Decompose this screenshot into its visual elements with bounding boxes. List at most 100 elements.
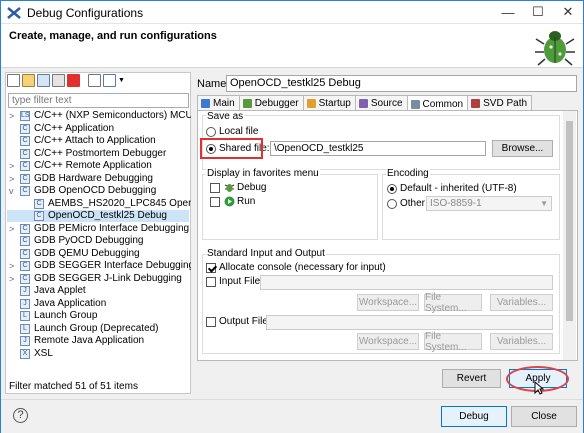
tree-item-label: Remote Java Application [34, 335, 145, 346]
tree-item[interactable]: >LS C/C++ (NXP Semiconductors) MCU Appl [7, 110, 191, 122]
input-workspace-button[interactable]: Workspace... [357, 294, 419, 311]
tree-item-label: Launch Group [34, 310, 98, 321]
tree-item[interactable]: C AEMBS_HS2020_LPC845 OpenOCD Del [7, 198, 191, 210]
output-file-system-button[interactable]: File System... [424, 331, 482, 353]
tab-icon [358, 99, 368, 108]
debug-button[interactable]: Debug [441, 406, 507, 427]
output-file-field[interactable] [266, 315, 553, 330]
tree-item[interactable]: J Java Applet [7, 285, 189, 297]
tab-debugger[interactable]: Debugger [238, 95, 304, 111]
minimize-button[interactable]: — [493, 1, 523, 23]
expand-toggle-icon[interactable]: > [9, 173, 18, 185]
export-icon[interactable] [37, 74, 50, 87]
tab-icon [410, 99, 420, 109]
config-type-icon: C [34, 198, 44, 209]
encoding-label: Encoding [386, 168, 430, 179]
input-file-system-button[interactable]: File System... [424, 292, 482, 314]
tree-item[interactable]: > C GDB Hardware Debugging [7, 173, 189, 185]
favorites-label: Display in favorites menu [206, 168, 320, 179]
tree-item[interactable]: X XSL [7, 348, 189, 360]
expand-toggle-icon[interactable]: > [9, 260, 18, 272]
debug-icon [224, 184, 235, 192]
tree-item-label: Java Applet [34, 285, 86, 296]
tab-svd-path[interactable]: SVD Path [467, 95, 533, 111]
config-type-icon: C [20, 136, 30, 146]
name-field[interactable]: OpenOCD_testkl25 Debug [226, 75, 577, 92]
chevron-down-icon[interactable]: ▼ [118, 74, 125, 87]
mouse-cursor-icon [534, 381, 544, 395]
fav-run-checkbox[interactable] [210, 197, 220, 207]
output-workspace-button[interactable]: Workspace... [357, 333, 419, 350]
revert-button[interactable]: Revert [442, 369, 501, 388]
input-variables-button[interactable]: Variables... [490, 294, 553, 311]
filter-icon[interactable] [103, 74, 116, 87]
new-prototype-icon[interactable] [22, 74, 35, 87]
tree-item[interactable]: v C GDB OpenOCD Debugging [7, 185, 189, 197]
browse-button[interactable]: Browse... [492, 140, 553, 157]
panel-scrollbar[interactable] [563, 111, 576, 360]
close-button[interactable]: Close [511, 406, 577, 427]
config-type-icon: C [20, 248, 30, 259]
help-icon[interactable]: ? [13, 408, 28, 423]
tree-item[interactable]: C OpenOCD_testkl25 Debug [7, 210, 189, 222]
filter-input[interactable]: type filter text [8, 93, 189, 108]
tab-icon [242, 99, 252, 108]
tab-icon [201, 99, 210, 108]
config-type-icon: LS [20, 111, 30, 121]
allocate-console-label: Allocate console (necessary for input) [219, 262, 386, 273]
tree-item[interactable]: C GDB PyOCD Debugging [7, 235, 189, 247]
tab-source[interactable]: Source [354, 95, 408, 111]
expand-toggle-icon[interactable]: > [9, 160, 18, 172]
output-variables-button[interactable]: Variables... [490, 333, 553, 350]
tree-item[interactable]: C C/C++ Attach to Application [7, 135, 189, 147]
new-config-icon[interactable] [7, 74, 20, 87]
tree-item-label: C/C++ (NXP Semiconductors) MCU Appl [34, 110, 191, 121]
collapse-all-icon[interactable] [88, 74, 101, 87]
maximize-button[interactable]: ☐ [523, 1, 553, 23]
tree-item-label: GDB SEGGER Interface Debugging [34, 260, 191, 271]
scrollbar-thumb[interactable] [566, 121, 573, 321]
tree-item[interactable]: J Remote Java Application [7, 335, 189, 347]
expand-toggle-icon[interactable]: v [9, 185, 18, 197]
tree-item[interactable]: > C GDB PEMicro Interface Debugging [7, 223, 189, 235]
input-file-checkbox[interactable] [206, 277, 216, 287]
delete-icon[interactable] [67, 74, 80, 87]
expand-toggle-icon[interactable]: > [9, 110, 18, 122]
tree-item-label: XSL [34, 347, 53, 359]
config-type-icon: C [34, 211, 44, 221]
allocate-console-checkbox[interactable] [206, 263, 216, 273]
bug-icon [535, 31, 575, 66]
encoding-other-select[interactable]: ISO-8859-1 ▼ [426, 196, 552, 211]
tree-item[interactable]: C C/C++ Application [7, 123, 189, 135]
encoding-default-radio[interactable] [387, 184, 397, 194]
tree-item[interactable]: C C/C++ Postmortem Debugger [7, 148, 189, 160]
config-type-icon: J [20, 298, 30, 309]
duplicate-icon[interactable] [52, 74, 65, 87]
tab-main[interactable]: Main [197, 95, 240, 111]
tree-item-label: C/C++ Postmortem Debugger [34, 147, 167, 159]
config-type-icon: J [20, 286, 30, 296]
tree-item-label: C/C++ Application [34, 122, 115, 134]
tree-item[interactable]: > C GDB SEGGER Interface Debugging [7, 260, 191, 272]
input-file-field[interactable] [260, 275, 553, 290]
encoding-other-radio[interactable] [387, 199, 397, 209]
tree-item[interactable]: J Java Application [7, 298, 189, 310]
close-window-button[interactable]: ✕ [553, 1, 583, 23]
tab-label: Common [422, 98, 464, 110]
expand-toggle-icon[interactable]: > [9, 273, 18, 285]
tab-startup[interactable]: Startup [302, 95, 356, 111]
encoding-other-label: Other [400, 198, 426, 209]
shared-file-input[interactable]: \OpenOCD_testkl25 [270, 141, 486, 156]
filter-status: Filter matched 51 of 51 items [9, 381, 138, 392]
tree-item[interactable]: > C C/C++ Remote Application [7, 160, 189, 172]
output-file-checkbox[interactable] [206, 317, 216, 327]
local-file-radio[interactable] [206, 127, 216, 137]
tree-item[interactable]: L Launch Group (Deprecated) [7, 323, 189, 335]
config-type-icon: L [20, 323, 30, 334]
tree-item[interactable]: L Launch Group [7, 310, 189, 322]
fav-debug-checkbox[interactable] [210, 183, 220, 193]
expand-toggle-icon[interactable]: > [9, 223, 18, 235]
tree-item[interactable]: > C GDB SEGGER J-Link Debugging [7, 273, 189, 285]
tree-item[interactable]: C GDB QEMU Debugging [7, 248, 189, 260]
window-title: Debug Configurations [27, 6, 144, 20]
